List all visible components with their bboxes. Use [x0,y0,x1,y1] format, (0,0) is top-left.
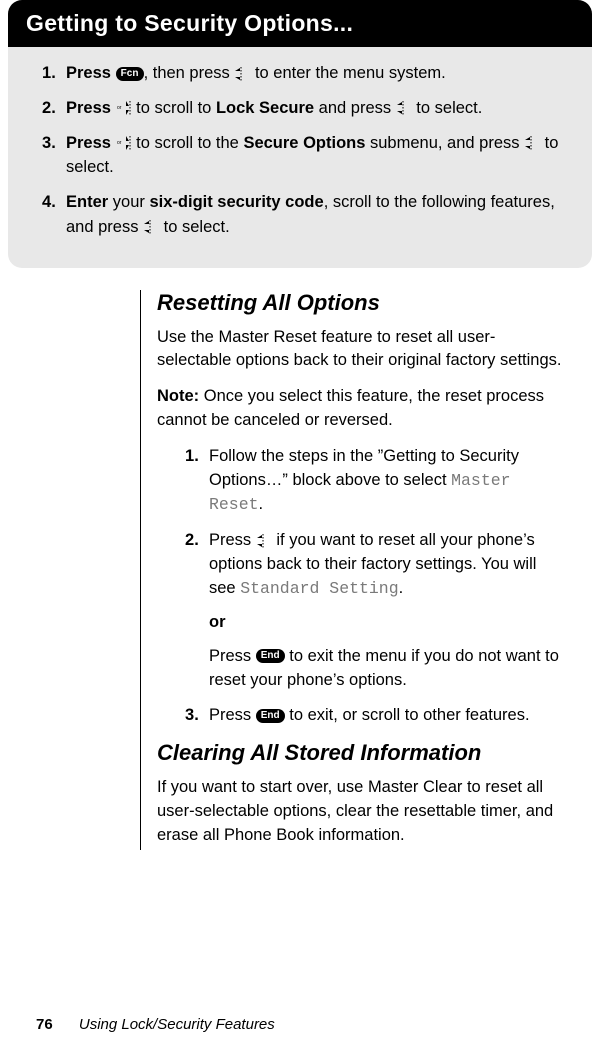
step-4: Enter your six-digit security code, scro… [42,190,574,240]
page-footer: 76 Using Lock/Security Features [36,1016,275,1033]
step-action: Press [66,134,111,152]
step-text: to enter the menu system. [250,64,445,82]
chapter-name: Using Lock/Security Features [79,1016,275,1033]
step-action: Press [66,64,111,82]
select-arrow-icon [143,219,159,235]
step-text: to select. [159,218,230,236]
step-bold: six-digit security code [149,193,323,211]
section-steps: Follow the steps in the ”Getting to Secu… [157,445,564,728]
select-arrow-icon [524,135,540,151]
list-text: . [259,495,264,513]
step-text: submenu, and press [365,134,524,152]
step-3: Press or to scroll to the Secure Options… [42,131,574,181]
step-bold: Lock Secure [216,99,314,117]
note-text: Once you select this feature, the reset … [157,387,544,429]
section-note: Note: Once you select this feature, the … [157,385,564,433]
steps-block: Press Fcn, then press to enter the menu … [8,47,592,268]
lcd-text: Standard Setting [240,579,398,598]
step-1: Press Fcn, then press to enter the menu … [42,61,574,86]
step-text: to scroll to [132,99,216,117]
section-para: Use the Master Reset feature to reset al… [157,326,564,374]
title-bar: Getting to Security Options... [8,0,592,47]
list-item: Press if you want to reset all your phon… [185,529,564,693]
list-text: Press [209,531,256,549]
step-text: your [108,193,149,211]
select-arrow-icon [396,100,412,116]
step-text: and press [314,99,396,117]
page-title: Getting to Security Options... [26,10,574,37]
list-item: Follow the steps in the ”Getting to Secu… [185,445,564,517]
step-text: to scroll to the [132,134,244,152]
section-para: If you want to start over, use Master Cl… [157,776,564,848]
section-heading-reset: Resetting All Options [157,290,564,316]
scroll-arrow-icon: or [116,100,132,116]
list-text: . [399,579,404,597]
step-2: Press or to scroll to Lock Secure and pr… [42,96,574,121]
or-label: or [209,611,564,635]
svg-text:or: or [117,140,122,146]
step-action: Press [66,99,111,117]
list-text: to exit, or scroll to other features. [289,706,529,724]
step-bold: Secure Options [243,134,365,152]
end-key-icon: End [256,709,285,723]
list-item: Press End to exit, or scroll to other fe… [185,704,564,728]
step-text: , then press [144,64,235,82]
list-text: Press [209,706,256,724]
scroll-arrow-icon: or [116,135,132,151]
svg-text:or: or [117,105,122,111]
note-label: Note: [157,387,199,405]
select-arrow-icon [256,533,272,549]
page-number: 76 [36,1016,53,1033]
list-text: Press [209,647,256,665]
step-action: Enter [66,193,108,211]
end-key-icon: End [256,649,285,663]
section-heading-clear: Clearing All Stored Information [157,740,564,766]
content-area: Resetting All Options Use the Master Res… [140,290,564,850]
fcn-key-icon: Fcn [116,67,144,81]
select-arrow-icon [234,66,250,82]
step-text: to select. [412,99,483,117]
